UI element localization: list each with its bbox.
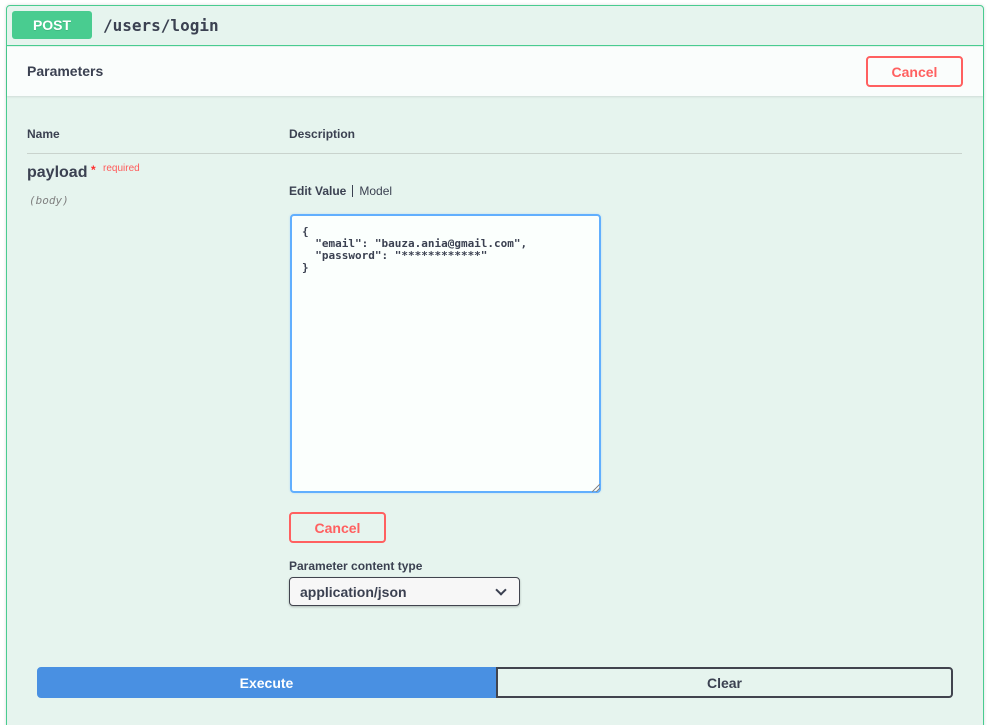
- content-type-value: application/json: [300, 583, 407, 600]
- execute-button[interactable]: Execute: [37, 667, 496, 698]
- endpoint-path: /users/login: [103, 16, 219, 35]
- required-star: *: [91, 163, 96, 177]
- param-name: payload: [27, 164, 88, 181]
- content-type-select[interactable]: application/json: [289, 577, 520, 606]
- tab-model[interactable]: Model: [359, 184, 392, 198]
- operation-summary[interactable]: POST /users/login: [7, 6, 983, 46]
- tab-edit-value[interactable]: Edit Value: [289, 184, 346, 198]
- parameters-title: Parameters: [27, 63, 104, 79]
- value-tabs: Edit Value Model: [289, 184, 392, 198]
- required-label: required: [103, 163, 140, 174]
- resize-handle-icon[interactable]: [592, 484, 600, 492]
- column-header-name: Name: [27, 127, 60, 141]
- parameters-header: Parameters Cancel: [7, 47, 983, 96]
- try-out-cancel-button[interactable]: Cancel: [866, 56, 963, 87]
- execute-row: Execute Clear: [37, 667, 953, 698]
- table-divider: [27, 153, 962, 154]
- column-header-description: Description: [289, 127, 356, 141]
- content-type-label: Parameter content type: [289, 559, 423, 573]
- chevron-down-icon: [495, 584, 507, 596]
- body-editor[interactable]: { "email": "bauza.ania@gmail.com", "pass…: [290, 214, 601, 493]
- param-location: (body): [29, 194, 69, 207]
- tab-separator: [352, 185, 354, 197]
- operation-block: POST /users/login Parameters Cancel Name…: [6, 5, 984, 725]
- clear-button[interactable]: Clear: [496, 667, 953, 698]
- method-badge: POST: [12, 11, 92, 39]
- param-cancel-button[interactable]: Cancel: [289, 512, 386, 543]
